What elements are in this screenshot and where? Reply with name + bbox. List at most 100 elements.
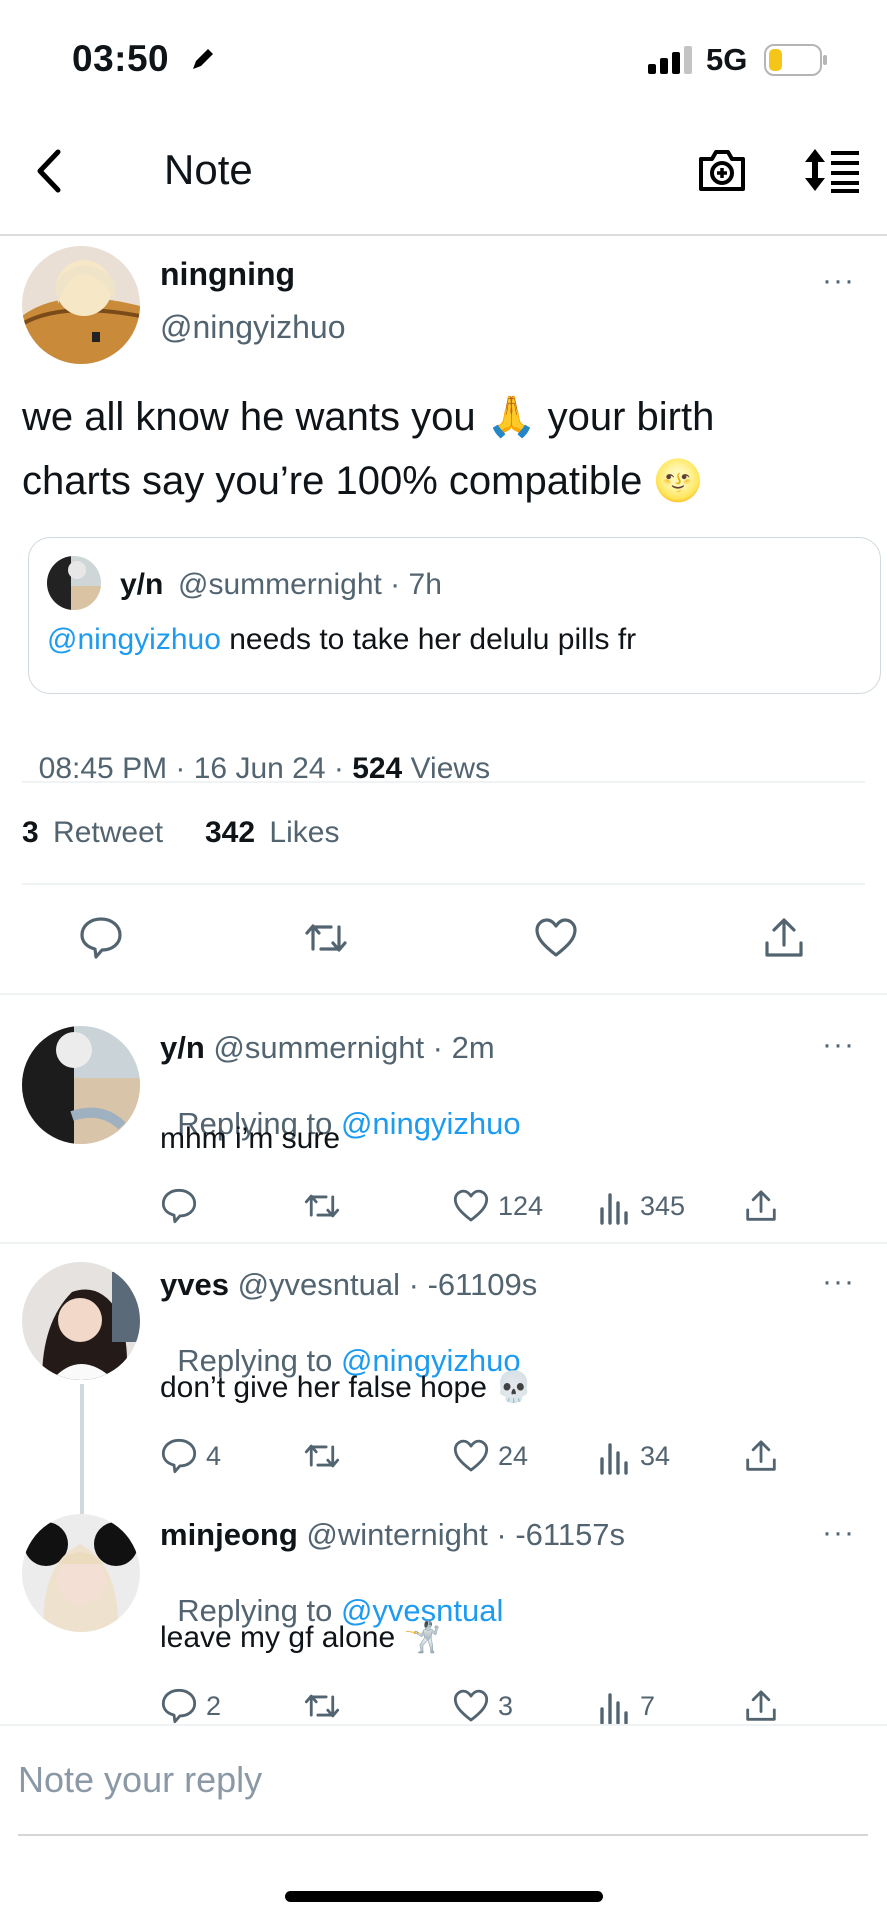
divider bbox=[0, 993, 887, 995]
more-options-button[interactable]: ··· bbox=[822, 1516, 855, 1550]
views-count: 345 bbox=[640, 1190, 686, 1221]
retweet-button[interactable] bbox=[303, 1187, 341, 1225]
retweet-button[interactable] bbox=[303, 1687, 341, 1725]
reply-count: 2 bbox=[206, 1690, 222, 1721]
share-icon bbox=[746, 1440, 776, 1471]
views-count: 34 bbox=[640, 1440, 671, 1471]
views-count: 7 bbox=[640, 1690, 656, 1721]
reply-author-handle-time[interactable]: @yvesntual · -61109s bbox=[229, 1267, 538, 1302]
views-button[interactable]: 345 bbox=[598, 1187, 685, 1225]
retweet-icon bbox=[304, 1694, 340, 1718]
reply-author-handle-time[interactable]: @winternight · -61157s bbox=[298, 1517, 625, 1552]
reply-icon bbox=[161, 1688, 197, 1724]
divider bbox=[0, 1724, 887, 1726]
avatar bbox=[47, 556, 101, 610]
reply-button[interactable] bbox=[160, 1187, 206, 1225]
retweet-label: Retweet bbox=[53, 816, 164, 849]
likes-count: 342 bbox=[205, 816, 256, 849]
replying-to: Replying to @ningyizhuo bbox=[160, 1307, 520, 1379]
replying-to-link[interactable]: @ningyizhuo bbox=[341, 1106, 521, 1141]
status-bar: 03:50 5G bbox=[0, 0, 887, 100]
more-options-button[interactable]: ··· bbox=[822, 1265, 855, 1299]
quoted-tweet-text: @ningyizhuo needs to take her delulu pil… bbox=[47, 623, 636, 657]
avatar[interactable] bbox=[22, 1026, 140, 1144]
divider bbox=[0, 1242, 887, 1244]
sort-list-icon[interactable] bbox=[803, 147, 861, 198]
input-underline bbox=[18, 1834, 868, 1836]
likes-label: Likes bbox=[269, 816, 340, 849]
share-icon bbox=[746, 1690, 776, 1721]
home-indicator[interactable] bbox=[285, 1891, 603, 1902]
reply-author-name[interactable]: minjeong bbox=[160, 1517, 298, 1552]
reply-button[interactable]: 4 bbox=[160, 1437, 221, 1475]
chevron-left-icon[interactable] bbox=[32, 148, 66, 199]
replying-to: Replying to @yvesntual bbox=[160, 1557, 503, 1629]
location-arrow-icon bbox=[190, 46, 216, 77]
like-button[interactable]: 24 bbox=[452, 1437, 528, 1475]
camera-plus-icon[interactable] bbox=[697, 147, 747, 198]
quoted-tweet-card[interactable] bbox=[28, 537, 881, 694]
quoted-text: needs to take her delulu pills fr bbox=[220, 623, 637, 656]
battery-icon bbox=[764, 44, 828, 81]
retweet-button[interactable] bbox=[303, 1437, 341, 1475]
network-label: 5G bbox=[706, 42, 748, 77]
likes-stat[interactable]: 342 Likes bbox=[205, 816, 339, 850]
like-count: 3 bbox=[498, 1690, 514, 1721]
nav-bar bbox=[0, 100, 887, 234]
retweet-icon bbox=[304, 1444, 340, 1468]
reply-author-name[interactable]: y/n bbox=[160, 1030, 205, 1065]
reply-icon[interactable] bbox=[78, 915, 124, 966]
reply-header: minjeong @winternight · -61157s bbox=[160, 1517, 625, 1553]
like-button[interactable]: 124 bbox=[452, 1187, 543, 1225]
retweet-icon bbox=[304, 1194, 340, 1218]
quoted-author-handle-time: @summernight · 7h bbox=[178, 568, 442, 601]
like-count: 24 bbox=[498, 1440, 529, 1471]
like-count: 124 bbox=[498, 1190, 544, 1221]
reply-header: yves @yvesntual · -61109s bbox=[160, 1267, 537, 1303]
retweet-icon[interactable] bbox=[303, 915, 349, 966]
more-options-button[interactable]: ··· bbox=[822, 1028, 855, 1062]
status-time: 03:50 bbox=[72, 38, 170, 79]
like-icon bbox=[453, 1189, 489, 1222]
retweet-stat[interactable]: 3 Retweet bbox=[22, 816, 163, 850]
signal-icon bbox=[648, 46, 694, 79]
nav-divider bbox=[0, 234, 887, 236]
like-button[interactable]: 3 bbox=[452, 1687, 513, 1725]
reply-author-name[interactable]: yves bbox=[160, 1267, 229, 1302]
divider bbox=[22, 781, 865, 783]
reply-text: leave my gf alone 🤺 bbox=[160, 1621, 441, 1654]
share-icon bbox=[746, 1190, 776, 1221]
page-title: Note bbox=[164, 146, 253, 193]
thread-line bbox=[80, 1384, 84, 1514]
reply-count: 4 bbox=[206, 1440, 222, 1471]
reply-button[interactable]: 2 bbox=[160, 1687, 221, 1725]
reply-icon bbox=[161, 1188, 197, 1224]
share-button[interactable] bbox=[743, 1187, 779, 1225]
author-name[interactable]: ningning bbox=[160, 256, 295, 293]
like-icon bbox=[453, 1689, 489, 1722]
views-button[interactable]: 7 bbox=[598, 1687, 655, 1725]
avatar[interactable] bbox=[22, 1262, 140, 1380]
share-button[interactable] bbox=[743, 1687, 779, 1725]
views-icon bbox=[600, 1193, 628, 1225]
author-handle[interactable]: @ningyizhuo bbox=[160, 309, 345, 346]
views-icon bbox=[600, 1443, 628, 1475]
reply-input[interactable] bbox=[18, 1755, 868, 1805]
tweet-text-line-2: charts say you’re 100% compatible 🌝 bbox=[22, 459, 704, 503]
reply-icon bbox=[161, 1438, 197, 1474]
share-icon[interactable] bbox=[761, 915, 807, 966]
views-button[interactable]: 34 bbox=[598, 1437, 670, 1475]
reply-text: mhm i’m sure bbox=[160, 1122, 341, 1155]
share-button[interactable] bbox=[743, 1437, 779, 1475]
retweet-count: 3 bbox=[22, 816, 39, 849]
mention-link[interactable]: @ningyizhuo bbox=[47, 623, 221, 656]
avatar[interactable] bbox=[22, 1514, 140, 1632]
avatar[interactable] bbox=[22, 246, 140, 364]
more-options-button[interactable]: ··· bbox=[822, 264, 855, 298]
quoted-author-name: y/n bbox=[120, 568, 164, 601]
like-icon bbox=[453, 1439, 489, 1472]
reply-header: y/n @summernight · 2m bbox=[160, 1030, 495, 1066]
like-icon[interactable] bbox=[533, 915, 579, 966]
reply-author-handle-time[interactable]: @summernight · 2m bbox=[205, 1030, 494, 1065]
divider bbox=[22, 883, 865, 885]
